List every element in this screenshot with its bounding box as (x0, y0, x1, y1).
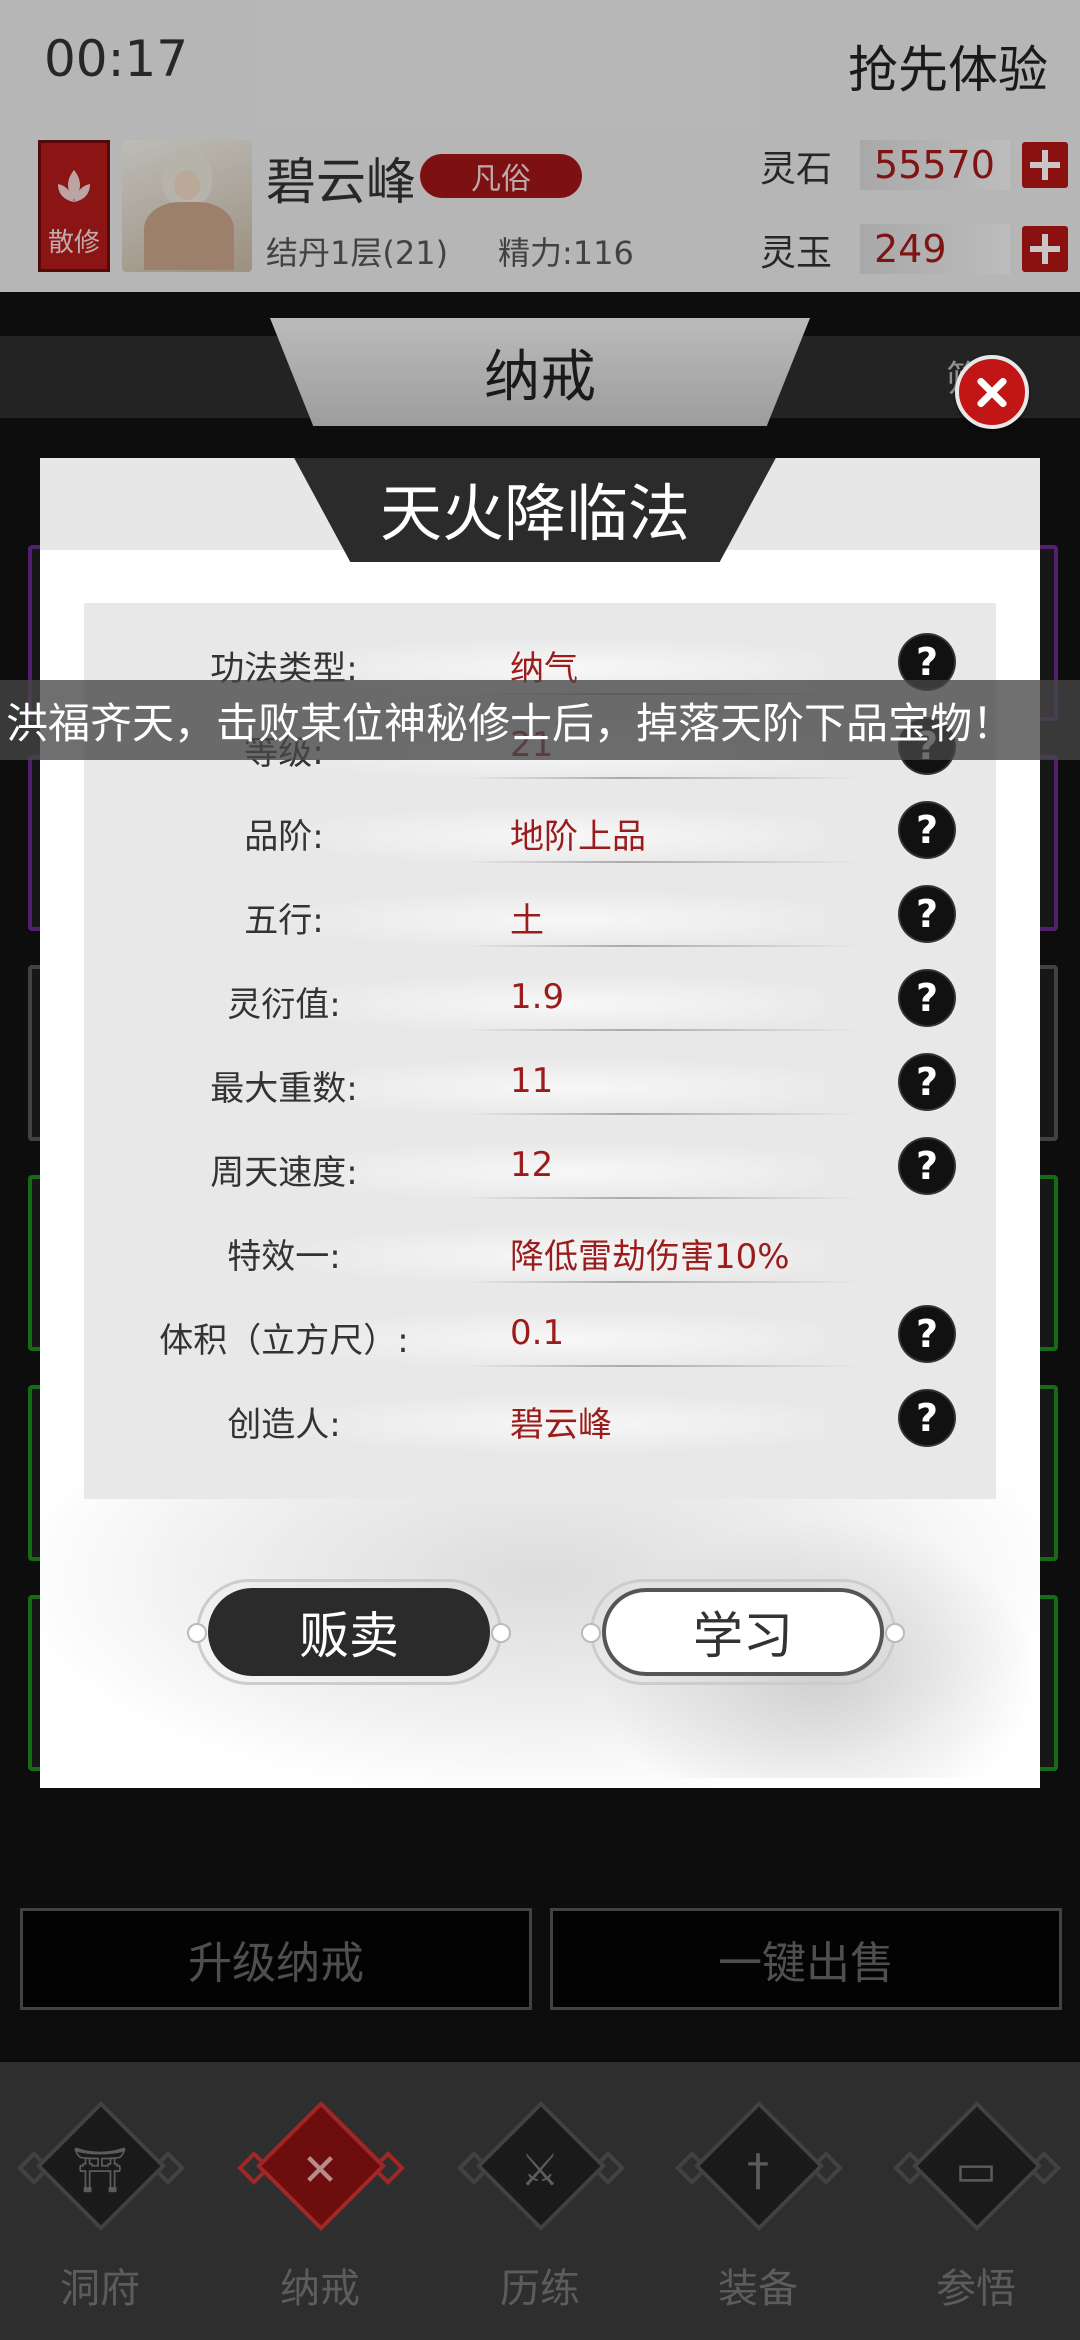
technique-detail-modal: 天火降临法 功法类型: 纳气 ? 等级: 21 ? 品阶: 地阶上品 ? 五行:… (40, 458, 1040, 1788)
attr-label: 体积（立方尺）: (159, 1321, 409, 1361)
help-icon[interactable]: ? (900, 803, 954, 857)
attr-row-cycle-speed: 周天速度: 12 ? (84, 1127, 996, 1211)
attr-value: 土 (510, 901, 544, 941)
help-icon[interactable]: ? (900, 971, 954, 1025)
sell-button-label: 贩卖 (208, 1588, 490, 1676)
broadcast-ticker: 洪福齐天，击败某位神秘修士后，掉落天阶下品宝物！ (0, 680, 1080, 760)
help-icon[interactable]: ? (900, 1055, 954, 1109)
help-icon[interactable]: ? (900, 1307, 954, 1361)
attr-row-max-layers: 最大重数: 11 ? (84, 1043, 996, 1127)
modal-title: 天火降临法 (292, 458, 778, 562)
attr-row-spirit-value: 灵衍值: 1.9 ? (84, 959, 996, 1043)
attr-row-creator: 创造人: 碧云峰 ? (84, 1379, 996, 1463)
attr-value: 碧云峰 (510, 1405, 612, 1445)
help-icon[interactable]: ? (900, 887, 954, 941)
attr-row-effect-one: 特效一: 降低雷劫伤害10% (84, 1211, 996, 1295)
sell-button[interactable]: 贩卖 (187, 1579, 511, 1685)
attr-value: 地阶上品 (510, 817, 646, 857)
learn-button-label: 学习 (602, 1588, 884, 1676)
learn-button[interactable]: 学习 (581, 1579, 905, 1685)
help-icon[interactable]: ? (900, 1391, 954, 1445)
attr-label: 灵衍值: (227, 985, 341, 1025)
attr-label: 特效一: (227, 1237, 341, 1277)
attr-row-volume: 体积（立方尺）: 0.1 ? (84, 1295, 996, 1379)
attr-row-element: 五行: 土 ? (84, 875, 996, 959)
attr-value: 12 (510, 1145, 554, 1185)
attr-value: 0.1 (510, 1313, 565, 1353)
close-icon[interactable] (955, 355, 1029, 429)
attr-label: 品阶: (244, 817, 324, 857)
attr-label: 五行: (244, 901, 324, 941)
help-icon[interactable]: ? (900, 1139, 954, 1193)
attr-label: 创造人: (227, 1405, 341, 1445)
attr-value: 降低雷劫伤害10% (510, 1237, 790, 1277)
attr-label: 最大重数: (210, 1069, 358, 1109)
attr-label: 周天速度: (210, 1153, 358, 1193)
attr-value: 1.9 (510, 977, 565, 1017)
attr-row-grade: 品阶: 地阶上品 ? (84, 791, 996, 875)
attr-value: 11 (510, 1061, 554, 1101)
